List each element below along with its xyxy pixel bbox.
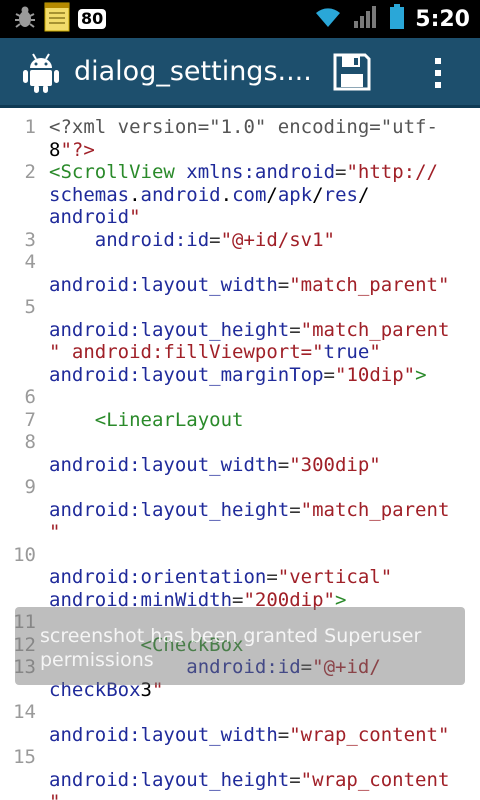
- code-line[interactable]: ": [0, 521, 480, 544]
- code-line[interactable]: " android:fillViewport="true": [0, 341, 480, 364]
- line-text[interactable]: <?xml version="1.0" encoding="utf-: [49, 116, 480, 139]
- line-number: 1: [24, 116, 36, 138]
- line-number: [0, 184, 49, 207]
- line-text[interactable]: " android:fillViewport="true": [49, 341, 480, 364]
- line-text[interactable]: android:layout_width="match_parent": [49, 274, 480, 297]
- android-icon[interactable]: [22, 52, 60, 98]
- code-line[interactable]: 3 android:id="@+id/sv1": [0, 229, 480, 252]
- save-icon[interactable]: [332, 52, 376, 94]
- overflow-menu-icon[interactable]: [424, 52, 454, 94]
- code-line[interactable]: android:layout_height="match_parent: [0, 319, 480, 342]
- line-number: 4: [24, 251, 36, 273]
- signal-icon: [353, 5, 379, 33]
- line-number: 2: [24, 161, 36, 183]
- code-line[interactable]: 8: [0, 431, 480, 454]
- code-line[interactable]: 6: [0, 386, 480, 409]
- line-number: [0, 521, 49, 544]
- line-number: 6: [24, 386, 36, 408]
- wifi-icon: [313, 5, 343, 33]
- code-line[interactable]: 10: [0, 544, 480, 567]
- line-number: [0, 206, 49, 229]
- line-number: 3: [24, 228, 36, 251]
- code-line[interactable]: ": [0, 791, 480, 800]
- battery-icon: [389, 4, 405, 34]
- line-number: 10: [13, 543, 36, 566]
- line-number: [0, 499, 49, 522]
- code-line[interactable]: android:orientation="vertical": [0, 566, 480, 589]
- code-line[interactable]: 14: [0, 701, 480, 724]
- bug-icon: [14, 4, 36, 34]
- line-text[interactable]: <LinearLayout: [49, 409, 480, 432]
- code-line[interactable]: 7 <LinearLayout: [0, 409, 480, 432]
- line-number: 7: [24, 408, 36, 431]
- code-line[interactable]: 1 <?xml version="1.0" encoding="utf-: [0, 116, 480, 139]
- toast-message: screenshot has been granted Superuser pe…: [40, 625, 422, 671]
- line-number: 8: [24, 431, 36, 453]
- line-number: [0, 791, 49, 800]
- line-text[interactable]: 8"?>: [49, 139, 480, 162]
- line-text[interactable]: android:id="@+id/sv1": [49, 229, 480, 252]
- line-text[interactable]: android:layout_height="wrap_content: [49, 769, 480, 792]
- action-bar-divider: [0, 105, 480, 108]
- line-text[interactable]: [49, 476, 480, 499]
- line-number: [0, 566, 49, 589]
- code-line[interactable]: 15: [0, 746, 480, 769]
- code-editor[interactable]: 1 <?xml version="1.0" encoding="utf- 8"?> 2…: [0, 110, 480, 800]
- line-number: 9: [24, 476, 36, 498]
- code-line[interactable]: 4: [0, 251, 480, 274]
- line-text[interactable]: ": [49, 791, 480, 800]
- code-line[interactable]: android:layout_width="match_parent": [0, 274, 480, 297]
- line-text[interactable]: <ScrollView xmlns:android="http://: [49, 161, 480, 184]
- line-text[interactable]: android:orientation="vertical": [49, 566, 480, 589]
- line-number: [0, 454, 49, 477]
- file-title: dialog_settings....: [74, 56, 312, 87]
- line-text[interactable]: [49, 386, 480, 409]
- code-line[interactable]: android:layout_width="wrap_content": [0, 724, 480, 747]
- code-line[interactable]: android:layout_width="300dip": [0, 454, 480, 477]
- code-line[interactable]: 5: [0, 296, 480, 319]
- line-text[interactable]: android:layout_height="match_parent: [49, 499, 480, 522]
- line-text[interactable]: [49, 701, 480, 724]
- line-text[interactable]: android:layout_marginTop="10dip">: [49, 364, 480, 387]
- code-line[interactable]: android:layout_height="match_parent: [0, 499, 480, 522]
- line-text[interactable]: schemas.android.com/apk/res/: [49, 184, 480, 207]
- code-lines[interactable]: 1 <?xml version="1.0" encoding="utf- 8"?> 2…: [0, 116, 480, 800]
- line-number: 14: [13, 701, 36, 723]
- code-line[interactable]: 9: [0, 476, 480, 499]
- code-line[interactable]: android": [0, 206, 480, 229]
- status-bar: 80 5:20: [0, 0, 480, 38]
- line-number: 15: [13, 746, 36, 768]
- line-number: [0, 341, 49, 364]
- line-text[interactable]: [49, 431, 480, 454]
- notification-count-badge: 80: [78, 9, 107, 29]
- notepad-icon: [44, 2, 70, 36]
- line-text[interactable]: android:layout_height="match_parent: [49, 319, 480, 342]
- line-number: [0, 769, 49, 792]
- status-clock: 5:20: [415, 6, 470, 32]
- line-number: 5: [24, 296, 36, 318]
- notification-area: 80: [14, 2, 107, 36]
- code-line[interactable]: schemas.android.com/apk/res/: [0, 184, 480, 207]
- line-number: [0, 274, 49, 297]
- code-line[interactable]: 8"?>: [0, 139, 480, 162]
- line-text[interactable]: android:layout_width="300dip": [49, 454, 480, 477]
- code-line[interactable]: android:layout_height="wrap_content: [0, 769, 480, 792]
- line-number: [0, 139, 49, 162]
- line-number: [0, 319, 49, 342]
- line-number: [0, 364, 49, 387]
- line-text[interactable]: [49, 544, 480, 567]
- code-line[interactable]: android:layout_marginTop="10dip">: [0, 364, 480, 387]
- action-bar: dialog_settings....: [0, 38, 480, 108]
- code-line[interactable]: 2 <ScrollView xmlns:android="http://: [0, 161, 480, 184]
- line-text[interactable]: android": [49, 206, 480, 229]
- system-status-area: 5:20: [313, 4, 470, 34]
- line-text[interactable]: [49, 251, 480, 274]
- line-text[interactable]: ": [49, 521, 480, 544]
- line-text[interactable]: [49, 296, 480, 319]
- line-number: [0, 724, 49, 747]
- line-text[interactable]: android:layout_width="wrap_content": [49, 724, 480, 747]
- line-text[interactable]: [49, 746, 480, 769]
